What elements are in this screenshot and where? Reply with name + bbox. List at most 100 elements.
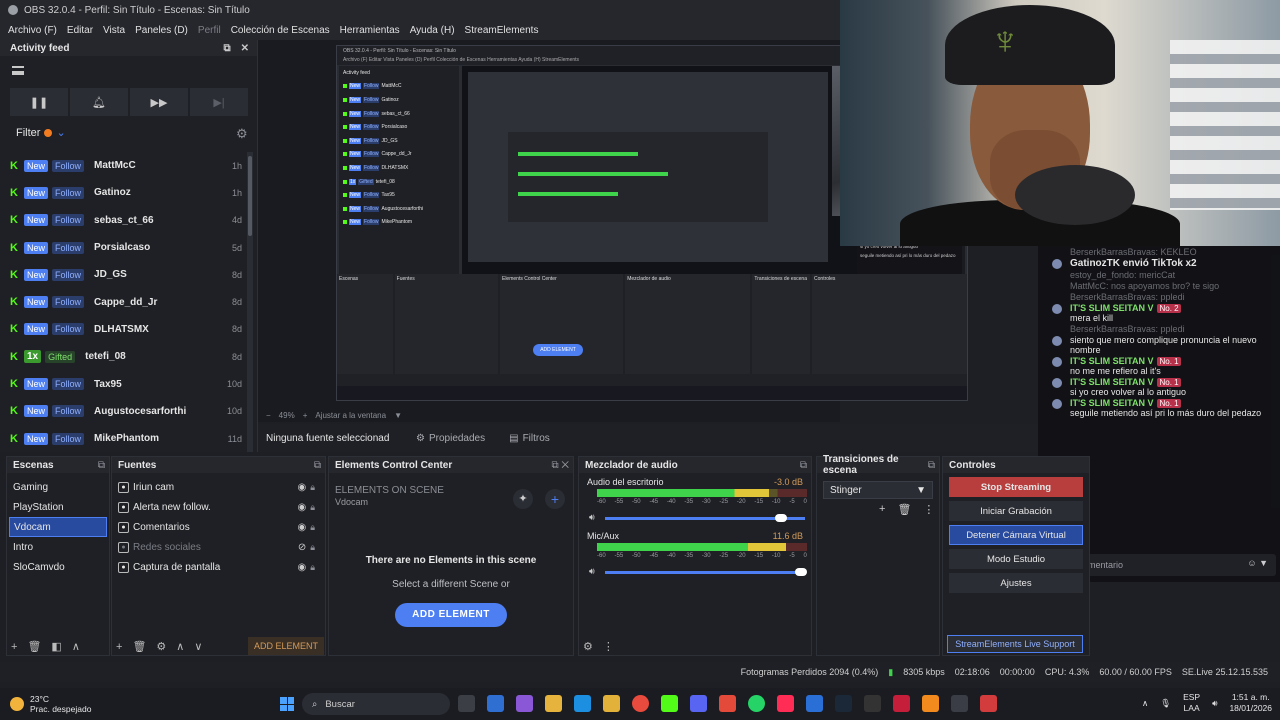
- filter-dropdown[interactable]: Filter ⌄: [16, 126, 66, 140]
- edge-icon[interactable]: [574, 695, 591, 712]
- activity-row[interactable]: K New Follow MattMcC 1h: [10, 152, 242, 179]
- lock-icon[interactable]: 🔒︎: [310, 502, 315, 513]
- dock-options-icon[interactable]: ⧉: [314, 460, 321, 471]
- menu-paneles[interactable]: Paneles (D): [135, 25, 188, 36]
- close-dock-icon[interactable]: ✕: [241, 43, 249, 54]
- volume-icon[interactable]: 🔊︎: [1212, 698, 1217, 709]
- whatsapp-icon[interactable]: [748, 695, 765, 712]
- tiktok-icon[interactable]: [777, 695, 794, 712]
- lock-icon[interactable]: 🔒︎: [310, 522, 315, 533]
- float-dock-icon[interactable]: ⧉: [223, 43, 230, 54]
- settings-icon[interactable]: ⚙: [583, 640, 593, 653]
- kick-icon[interactable]: [661, 695, 678, 712]
- start-recording-button[interactable]: Iniciar Grabación: [949, 501, 1083, 521]
- move-up-icon[interactable]: ∧: [176, 640, 184, 653]
- dock-options-icon[interactable]: ⧉: [800, 460, 807, 471]
- taskbar-search[interactable]: ⌕ Buscar: [302, 693, 450, 715]
- live-support-button[interactable]: StreamElements Live Support: [947, 635, 1083, 653]
- bell-button[interactable]: 🔔︎: [70, 88, 128, 116]
- add-icon[interactable]: +: [116, 641, 122, 653]
- menu-herramientas[interactable]: Herramientas: [340, 25, 400, 36]
- fit-window-dropdown[interactable]: Ajustar a la ventana: [315, 411, 386, 420]
- zoom-in-button[interactable]: +: [303, 411, 308, 420]
- scene-item[interactable]: Intro: [9, 537, 107, 557]
- volume-slider[interactable]: 🔊︎: [587, 566, 807, 577]
- trash-icon[interactable]: 🗑︎: [27, 640, 41, 653]
- app-icon[interactable]: [893, 695, 910, 712]
- activity-row[interactable]: K New Follow DLHATSMX 8d: [10, 316, 242, 343]
- lock-icon[interactable]: 🔒︎: [310, 542, 315, 553]
- app-icon[interactable]: [487, 695, 504, 712]
- source-item[interactable]: ● Comentarios ◉ 🔒︎: [114, 517, 323, 537]
- filters-button[interactable]: ▤ Filtros: [497, 433, 562, 444]
- properties-button[interactable]: ⚙ Propiedades: [404, 433, 497, 444]
- menu-ayuda[interactable]: Ayuda (H): [410, 25, 455, 36]
- windows-start-icon[interactable]: [280, 697, 294, 711]
- close-icon[interactable]: ⧉ ✕: [551, 460, 569, 471]
- activity-row[interactable]: K 1x Gifted tetefi_08 8d: [10, 343, 242, 370]
- volume-knob[interactable]: [795, 568, 807, 576]
- eye-hidden-icon[interactable]: ⊘: [298, 542, 306, 553]
- trash-icon[interactable]: 🗑︎: [897, 503, 911, 516]
- activity-row[interactable]: K New Follow sebas_ct_66 4d: [10, 207, 242, 234]
- activity-scrollbar[interactable]: [247, 152, 253, 452]
- transition-select[interactable]: Stinger ▼: [823, 481, 933, 499]
- more-icon[interactable]: ⋮: [603, 640, 614, 653]
- dock-options-icon[interactable]: ⧉: [928, 460, 935, 471]
- steam-icon[interactable]: [835, 695, 852, 712]
- app-icon[interactable]: [806, 695, 823, 712]
- obs-icon[interactable]: [951, 695, 968, 712]
- stop-streaming-button[interactable]: Stop Streaming: [949, 477, 1083, 497]
- trash-icon[interactable]: 🗑︎: [132, 640, 146, 653]
- settings-button[interactable]: Ajustes: [949, 573, 1083, 593]
- menu-editar[interactable]: Editar: [67, 25, 93, 36]
- chrome-icon[interactable]: [632, 695, 649, 712]
- eye-icon[interactable]: ◉: [297, 562, 306, 573]
- clock[interactable]: 1:51 a. m. 18/01/2026: [1229, 692, 1272, 714]
- menu-archivo[interactable]: Archivo (F): [8, 25, 57, 36]
- send-icon[interactable]: ☺ ▼: [1247, 558, 1268, 568]
- stop-virtual-camera-button[interactable]: Detener Cámara Virtual: [949, 525, 1083, 545]
- move-up-icon[interactable]: ∧: [72, 640, 80, 653]
- menu-vista[interactable]: Vista: [103, 25, 125, 36]
- weather-widget[interactable]: 23°C Prac. despejado: [10, 694, 91, 714]
- sparkle-icon[interactable]: ✦: [513, 489, 533, 509]
- chevron-down-icon[interactable]: ▼: [394, 411, 402, 420]
- pause-button[interactable]: ❚❚: [10, 88, 68, 116]
- activity-row[interactable]: K New Follow Cappe_dd_Jr 8d: [10, 288, 242, 315]
- activity-row[interactable]: K New Follow MikePhantom 11d: [10, 425, 242, 452]
- activity-row[interactable]: K New Follow Gatinoz 1h: [10, 179, 242, 206]
- language-indicator[interactable]: ESP LAA: [1183, 692, 1200, 714]
- add-element-button[interactable]: ADD ELEMENT: [395, 603, 507, 627]
- add-element-button[interactable]: ADD ELEMENT: [248, 637, 324, 655]
- source-item[interactable]: ● Alerta new follow. ◉ 🔒︎: [114, 497, 323, 517]
- skip-button[interactable]: ▶▶: [130, 88, 188, 116]
- lock-icon[interactable]: 🔒︎: [310, 562, 315, 573]
- filter-icon[interactable]: ◧: [51, 640, 61, 653]
- lock-icon[interactable]: 🔒︎: [310, 482, 315, 493]
- gear-icon[interactable]: ⚙: [236, 126, 248, 142]
- speaker-icon[interactable]: 🔊︎: [589, 566, 595, 577]
- more-icon[interactable]: ⋮: [923, 503, 934, 516]
- volume-slider[interactable]: 🔊︎: [587, 512, 805, 523]
- speaker-icon[interactable]: 🔊︎: [589, 512, 595, 523]
- app-icon[interactable]: [922, 695, 939, 712]
- epic-icon[interactable]: [864, 695, 881, 712]
- scene-item[interactable]: SloCamvdo: [9, 557, 107, 577]
- activity-row[interactable]: K New Follow Porsialcaso 5d: [10, 234, 242, 261]
- mic-icon[interactable]: 🎙︎: [1160, 698, 1171, 709]
- activity-row[interactable]: K New Follow Augustocesarforthi 10d: [10, 398, 242, 425]
- add-icon[interactable]: +: [879, 503, 885, 516]
- app-icon[interactable]: [719, 695, 736, 712]
- menu-streamelements[interactable]: StreamElements: [465, 25, 539, 36]
- dock-options-icon[interactable]: ⧉: [98, 460, 105, 471]
- scene-item[interactable]: Gaming: [9, 477, 107, 497]
- zoom-out-button[interactable]: −: [266, 411, 271, 420]
- studio-mode-button[interactable]: Modo Estudio: [949, 549, 1083, 569]
- menu-perfil[interactable]: Perfil: [198, 25, 221, 36]
- scene-item[interactable]: Vdocam: [9, 517, 107, 537]
- activity-row[interactable]: K New Follow JD_GS 8d: [10, 261, 242, 288]
- move-down-icon[interactable]: ∨: [194, 640, 202, 653]
- skip-end-button[interactable]: ▶|: [190, 88, 248, 116]
- app-icon[interactable]: [516, 695, 533, 712]
